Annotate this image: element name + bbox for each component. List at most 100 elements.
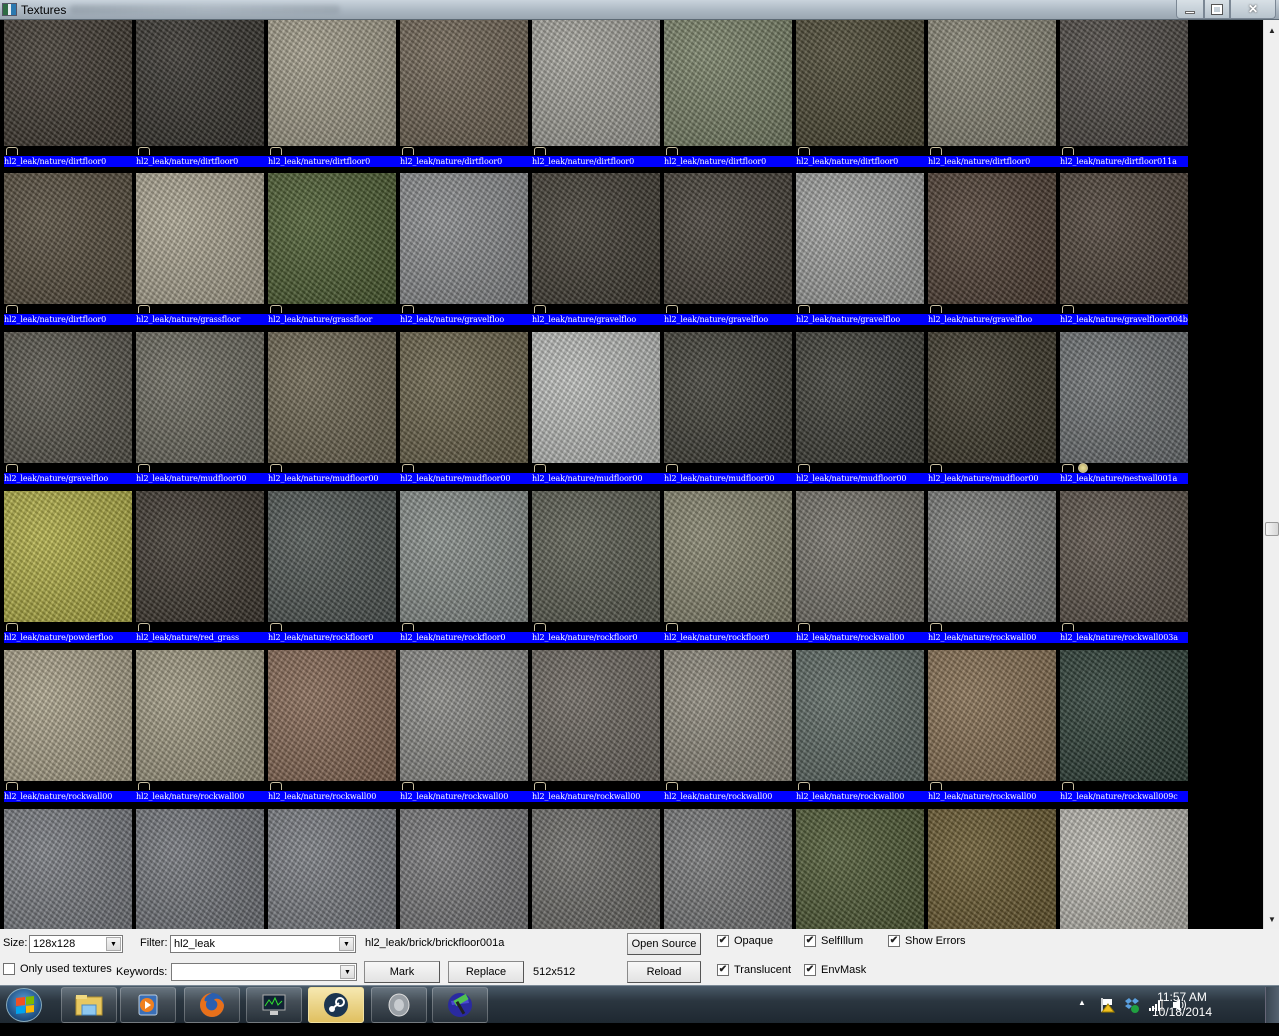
taskbar-firefox[interactable] — [184, 987, 240, 1023]
texture-thumbnail[interactable] — [268, 809, 396, 929]
texture-thumbnail[interactable] — [268, 332, 396, 463]
texture-thumbnail[interactable] — [268, 650, 396, 781]
texture-thumbnail[interactable] — [4, 173, 132, 304]
mark-button[interactable]: Mark — [364, 961, 440, 983]
texture-thumbnail[interactable] — [136, 173, 264, 304]
texture-thumbnail[interactable] — [664, 20, 792, 146]
texture-thumbnail[interactable] — [928, 491, 1056, 622]
chevron-down-icon[interactable]: ▼ — [340, 965, 355, 979]
texture-thumbnail[interactable] — [532, 173, 660, 304]
texture-thumbnail[interactable] — [1060, 173, 1188, 304]
show-errors-checkmark-icon[interactable]: ✔ — [888, 935, 900, 947]
texture-thumbnail[interactable] — [796, 173, 924, 304]
texture-thumbnail[interactable] — [928, 20, 1056, 146]
scroll-up-arrow-icon[interactable]: ▲ — [1264, 22, 1279, 38]
texture-thumbnail[interactable] — [4, 809, 132, 929]
texture-marker-icon — [930, 305, 942, 313]
taskbar-media-player[interactable] — [120, 987, 176, 1023]
selfillum-checkmark-icon[interactable]: ✔ — [804, 935, 816, 947]
texture-thumbnail[interactable] — [796, 650, 924, 781]
texture-thumbnail[interactable] — [796, 20, 924, 146]
close-button[interactable]: ✕ — [1230, 0, 1276, 19]
taskbar-steam[interactable] — [308, 987, 364, 1023]
texture-thumbnail[interactable] — [400, 173, 528, 304]
start-button[interactable] — [6, 988, 42, 1022]
show-hidden-icons-arrow-icon[interactable]: ▲ — [1078, 998, 1086, 1036]
scroll-down-arrow-icon[interactable]: ▼ — [1264, 911, 1279, 927]
size-select[interactable]: 128x128 ▼ — [29, 935, 123, 953]
show-desktop-button[interactable] — [1265, 987, 1279, 1023]
translucent-checkmark-icon[interactable]: ✔ — [717, 964, 729, 976]
translucent-checkbox[interactable]: ✔ Translucent — [717, 964, 791, 976]
texture-thumbnail[interactable] — [796, 809, 924, 929]
chevron-down-icon[interactable]: ▼ — [339, 937, 354, 951]
texture-thumbnail[interactable] — [136, 809, 264, 929]
texture-thumbnail[interactable] — [1060, 332, 1188, 463]
envmask-checkmark-icon[interactable]: ✔ — [804, 964, 816, 976]
texture-thumbnail[interactable] — [400, 650, 528, 781]
texture-thumbnail[interactable] — [268, 20, 396, 146]
envmask-checkbox[interactable]: ✔ EnvMask — [804, 964, 866, 976]
texture-grid[interactable]: hl2_leak/nature/dirtfloor0 hl2_leak/natur… — [0, 20, 1263, 929]
taskbar-speaker[interactable] — [371, 987, 427, 1023]
texture-thumbnail[interactable] — [4, 20, 132, 146]
texture-thumbnail[interactable] — [268, 491, 396, 622]
scroll-thumb[interactable] — [1265, 522, 1279, 536]
restore-button[interactable] — [1204, 0, 1230, 19]
texture-thumbnail[interactable] — [664, 173, 792, 304]
texture-thumbnail[interactable] — [4, 650, 132, 781]
texture-thumbnail[interactable] — [400, 20, 528, 146]
only-used-textures-checkbox[interactable]: Only used textures — [3, 963, 112, 975]
selfillum-checkbox[interactable]: ✔ SelfIllum — [804, 935, 863, 947]
texture-thumbnail[interactable] — [664, 491, 792, 622]
filter-combobox[interactable]: hl2_leak ▼ — [170, 935, 356, 953]
taskbar-explorer[interactable] — [61, 987, 117, 1023]
texture-thumbnail[interactable] — [664, 332, 792, 463]
texture-thumbnail[interactable] — [928, 173, 1056, 304]
show-errors-checkbox[interactable]: ✔ Show Errors — [888, 935, 966, 947]
texture-thumbnail[interactable] — [532, 20, 660, 146]
dropbox-icon[interactable] — [1123, 997, 1139, 1035]
minimize-button[interactable] — [1176, 0, 1204, 19]
texture-thumbnail[interactable] — [664, 809, 792, 929]
chevron-down-icon[interactable]: ▼ — [106, 937, 121, 951]
texture-name-label: hl2_leak/nature/nestwall001a — [1060, 473, 1188, 484]
texture-thumbnail[interactable] — [400, 491, 528, 622]
open-source-button[interactable]: Open Source — [627, 933, 701, 955]
texture-thumbnail[interactable] — [136, 491, 264, 622]
texture-thumbnail[interactable] — [796, 491, 924, 622]
texture-thumbnail[interactable] — [4, 491, 132, 622]
texture-thumbnail[interactable] — [796, 332, 924, 463]
texture-thumbnail[interactable] — [268, 173, 396, 304]
only-used-textures-box[interactable] — [3, 963, 15, 975]
texture-thumbnail[interactable] — [1060, 491, 1188, 622]
texture-thumbnail[interactable] — [4, 332, 132, 463]
texture-thumbnail[interactable] — [664, 650, 792, 781]
opaque-checkmark-icon[interactable]: ✔ — [717, 935, 729, 947]
action-center-flag-icon[interactable] — [1099, 997, 1115, 1035]
texture-thumbnail[interactable] — [136, 20, 264, 146]
clock-time: 11:57 AM — [1157, 990, 1207, 1004]
texture-thumbnail[interactable] — [1060, 809, 1188, 929]
texture-thumbnail[interactable] — [928, 809, 1056, 929]
texture-thumbnail[interactable] — [532, 491, 660, 622]
texture-thumbnail[interactable] — [928, 650, 1056, 781]
vertical-scrollbar[interactable]: ▲ ▼ — [1263, 20, 1279, 929]
texture-thumbnail[interactable] — [136, 332, 264, 463]
texture-thumbnail[interactable] — [532, 332, 660, 463]
reload-button[interactable]: Reload — [627, 961, 701, 983]
texture-thumbnail[interactable] — [400, 332, 528, 463]
opaque-checkbox[interactable]: ✔ Opaque — [717, 935, 773, 947]
texture-thumbnail[interactable] — [928, 332, 1056, 463]
replace-button[interactable]: Replace — [448, 961, 524, 983]
texture-thumbnail[interactable] — [532, 809, 660, 929]
texture-thumbnail[interactable] — [136, 650, 264, 781]
texture-thumbnail[interactable] — [1060, 650, 1188, 781]
texture-thumbnail[interactable] — [532, 650, 660, 781]
texture-thumbnail[interactable] — [1060, 20, 1188, 146]
taskbar-resource-monitor[interactable] — [246, 987, 302, 1023]
keywords-combobox[interactable]: ▼ — [171, 963, 357, 981]
system-clock[interactable]: 11:57 AM 10/18/2014 — [1142, 990, 1222, 1020]
texture-thumbnail[interactable] — [400, 809, 528, 929]
taskbar-hammer[interactable] — [432, 987, 488, 1023]
